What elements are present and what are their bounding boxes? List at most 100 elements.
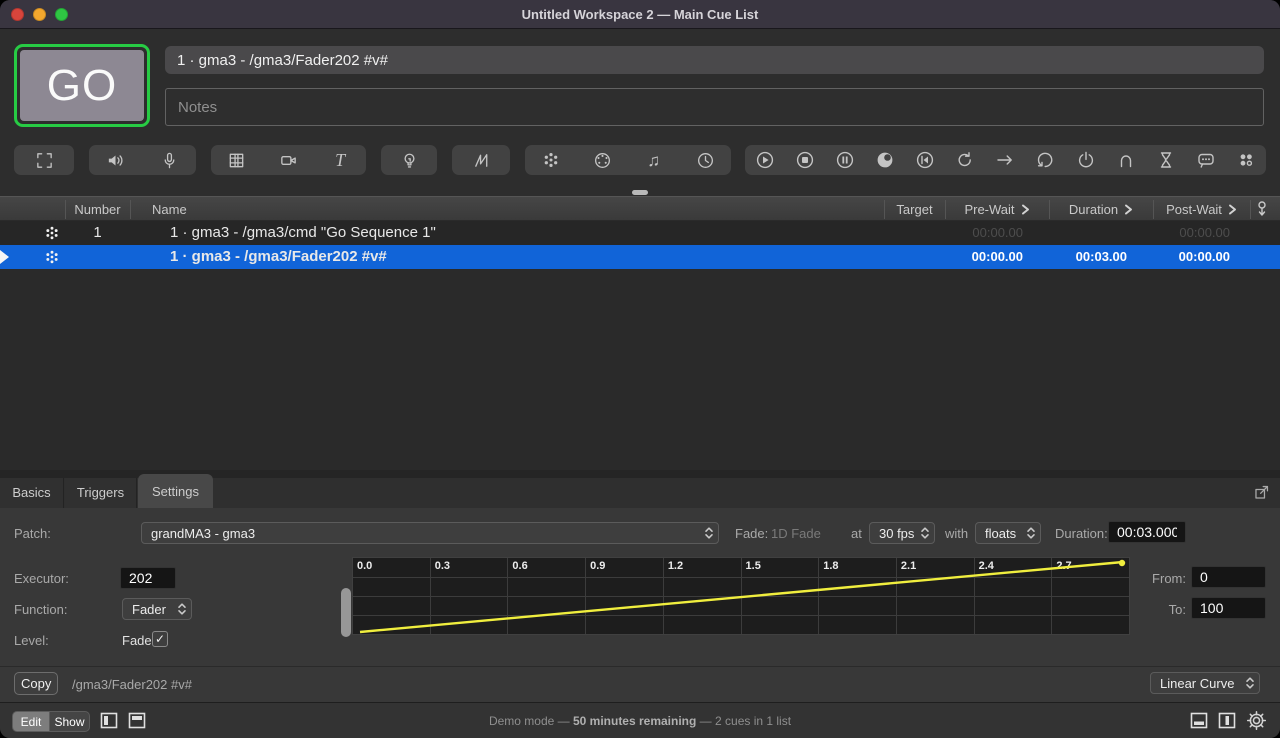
toolbar-group-network-midi: ♫	[525, 145, 731, 175]
network-cue-icon[interactable]	[538, 147, 564, 173]
chevron-up-down-icon	[704, 526, 714, 540]
fade-curve-graph[interactable]: 0.0 0.3 0.6 0.9 1.2 1.5 1.8 2.1 2.4 2.7	[352, 557, 1130, 635]
fade-type-value: 1D Fade	[771, 526, 821, 541]
notes-field[interactable]	[165, 88, 1264, 126]
mic-cue-icon[interactable]	[156, 147, 182, 173]
fade-out-cue-icon[interactable]	[872, 147, 898, 173]
cue-list-empty-area[interactable]	[0, 269, 1280, 470]
toggle-left-sidebar-icon[interactable]	[100, 712, 118, 729]
cue-duration: 00:03.00	[1049, 245, 1127, 269]
toolbar-group-audio	[89, 145, 196, 175]
toolbar-splitter-handle[interactable]	[632, 190, 648, 195]
to-field[interactable]	[1191, 597, 1266, 619]
duration-label: Duration:	[1055, 526, 1108, 541]
cue-post-wait: 00:00.00	[1153, 221, 1230, 245]
network-cue-icon	[44, 225, 60, 245]
toggle-bottom-panel-icon[interactable]	[1190, 712, 1208, 729]
script-cue-icon[interactable]	[1193, 147, 1219, 173]
column-header-pre-wait[interactable]: Pre-Wait	[945, 197, 1049, 222]
wait-cue-icon[interactable]	[1153, 147, 1179, 173]
graph-vertical-scrollbar[interactable]	[341, 588, 351, 637]
column-header-duration[interactable]: Duration	[1049, 197, 1153, 222]
devamp-cue-icon[interactable]	[1032, 147, 1058, 173]
qlab-workspace-window: Untitled Workspace 2 — Main Cue List GO …	[0, 0, 1280, 738]
reset-cue-icon[interactable]	[952, 147, 978, 173]
fps-select[interactable]: 30 fps	[869, 522, 935, 544]
function-label: Function:	[14, 602, 67, 617]
midi-cue-icon[interactable]	[589, 147, 615, 173]
cue-number: 1	[65, 221, 130, 245]
osc-message-row: Copy /gma3/Fader202 #v# Linear Curve	[0, 666, 1280, 702]
load-cue-icon[interactable]	[912, 147, 938, 173]
midi-file-cue-icon[interactable]: ♫	[641, 147, 667, 173]
chevron-up-down-icon	[177, 602, 187, 616]
with-label: with	[945, 526, 968, 541]
patch-select[interactable]: grandMA3 - gma3	[141, 522, 719, 544]
tab-basics[interactable]: Basics	[0, 478, 64, 508]
cue-pre-wait: 00:00.00	[945, 221, 1023, 245]
toggle-top-panel-icon[interactable]	[128, 712, 146, 729]
column-header-post-wait[interactable]: Post-Wait	[1153, 197, 1250, 222]
group-cue-icon[interactable]	[31, 147, 57, 173]
format-select[interactable]: floats	[975, 522, 1041, 544]
osc-message-text: /gma3/Fader202 #v#	[72, 677, 192, 692]
video-cue-icon[interactable]	[224, 147, 250, 173]
cue-duration	[1049, 221, 1127, 245]
toolbar-group-light	[381, 145, 437, 175]
fade-curve-line[interactable]	[353, 558, 1129, 634]
stop-cue-icon[interactable]	[792, 147, 818, 173]
cue-name: 1 · gma3 - /gma3/cmd "Go Sequence 1"	[170, 221, 436, 245]
edit-mode-button[interactable]: Edit	[12, 711, 50, 732]
cue-name: 1 · gma3 - /gma3/Fader202 #v#	[170, 245, 387, 269]
timecode-cue-icon[interactable]	[692, 147, 718, 173]
start-cue-icon[interactable]	[752, 147, 778, 173]
toggle-right-sidebar-icon[interactable]	[1218, 712, 1236, 729]
cue-list-header: Number Name Target Pre-Wait Duration Pos…	[0, 196, 1280, 221]
fade-cue-icon[interactable]	[468, 147, 494, 173]
executor-field[interactable]	[120, 567, 176, 589]
demo-status-text: Demo mode — 50 minutes remaining — 2 cue…	[0, 703, 1280, 738]
to-label: To:	[1148, 602, 1186, 617]
pause-cue-icon[interactable]	[832, 147, 858, 173]
light-cue-icon[interactable]	[396, 147, 422, 173]
column-header-target[interactable]: Target	[884, 197, 945, 222]
selected-cue-name-field[interactable]	[165, 46, 1264, 74]
title-bar: Untitled Workspace 2 — Main Cue List	[0, 0, 1280, 29]
chevron-up-down-icon	[1026, 526, 1036, 540]
fade-label: Fade:	[735, 526, 768, 541]
patch-label: Patch:	[14, 526, 51, 541]
arm-cue-icon[interactable]	[1113, 147, 1139, 173]
toolbar-group-1	[14, 145, 74, 175]
tab-settings[interactable]: Settings	[138, 474, 213, 508]
camera-cue-icon[interactable]	[275, 147, 301, 173]
text-cue-icon[interactable]: T	[327, 147, 353, 173]
level-fade-checkbox[interactable]: ✓	[152, 631, 168, 647]
continue-mode-icon[interactable]	[1255, 197, 1280, 222]
level-label: Level:	[14, 633, 49, 648]
copy-button[interactable]: Copy	[14, 672, 58, 695]
cue-pre-wait: 00:00.00	[945, 245, 1023, 269]
audio-cue-icon[interactable]	[103, 147, 129, 173]
cue-row-1[interactable]: 1 1 · gma3 - /gma3/cmd "Go Sequence 1" 0…	[0, 221, 1280, 245]
function-select[interactable]: Fader	[122, 598, 192, 620]
duration-field[interactable]	[1108, 521, 1186, 543]
gear-icon[interactable]	[1246, 710, 1267, 736]
column-header-name[interactable]: Name	[152, 197, 187, 222]
toolbar-group-video: T	[211, 145, 366, 175]
column-header-number[interactable]: Number	[65, 197, 130, 222]
goto-cue-icon[interactable]	[992, 147, 1018, 173]
from-field[interactable]	[1191, 566, 1266, 588]
at-label: at	[851, 526, 862, 541]
toolbar-group-fade	[452, 145, 510, 175]
go-button[interactable]: GO	[14, 44, 150, 127]
cue-row-2-selected[interactable]: 1 · gma3 - /gma3/Fader202 #v# 00:00.00 0…	[0, 245, 1280, 269]
disarm-cue-icon[interactable]	[1073, 147, 1099, 173]
curve-shape-select[interactable]: Linear Curve	[1150, 672, 1260, 694]
show-mode-button[interactable]: Show	[50, 711, 90, 732]
popout-inspector-icon[interactable]	[1253, 484, 1270, 506]
window-title: Untitled Workspace 2 — Main Cue List	[0, 0, 1280, 29]
tab-triggers[interactable]: Triggers	[65, 478, 137, 508]
status-bar: Demo mode — 50 minutes remaining — 2 cue…	[0, 702, 1280, 738]
cue-cart-icon[interactable]	[1233, 147, 1259, 173]
cue-post-wait: 00:00.00	[1153, 245, 1230, 269]
